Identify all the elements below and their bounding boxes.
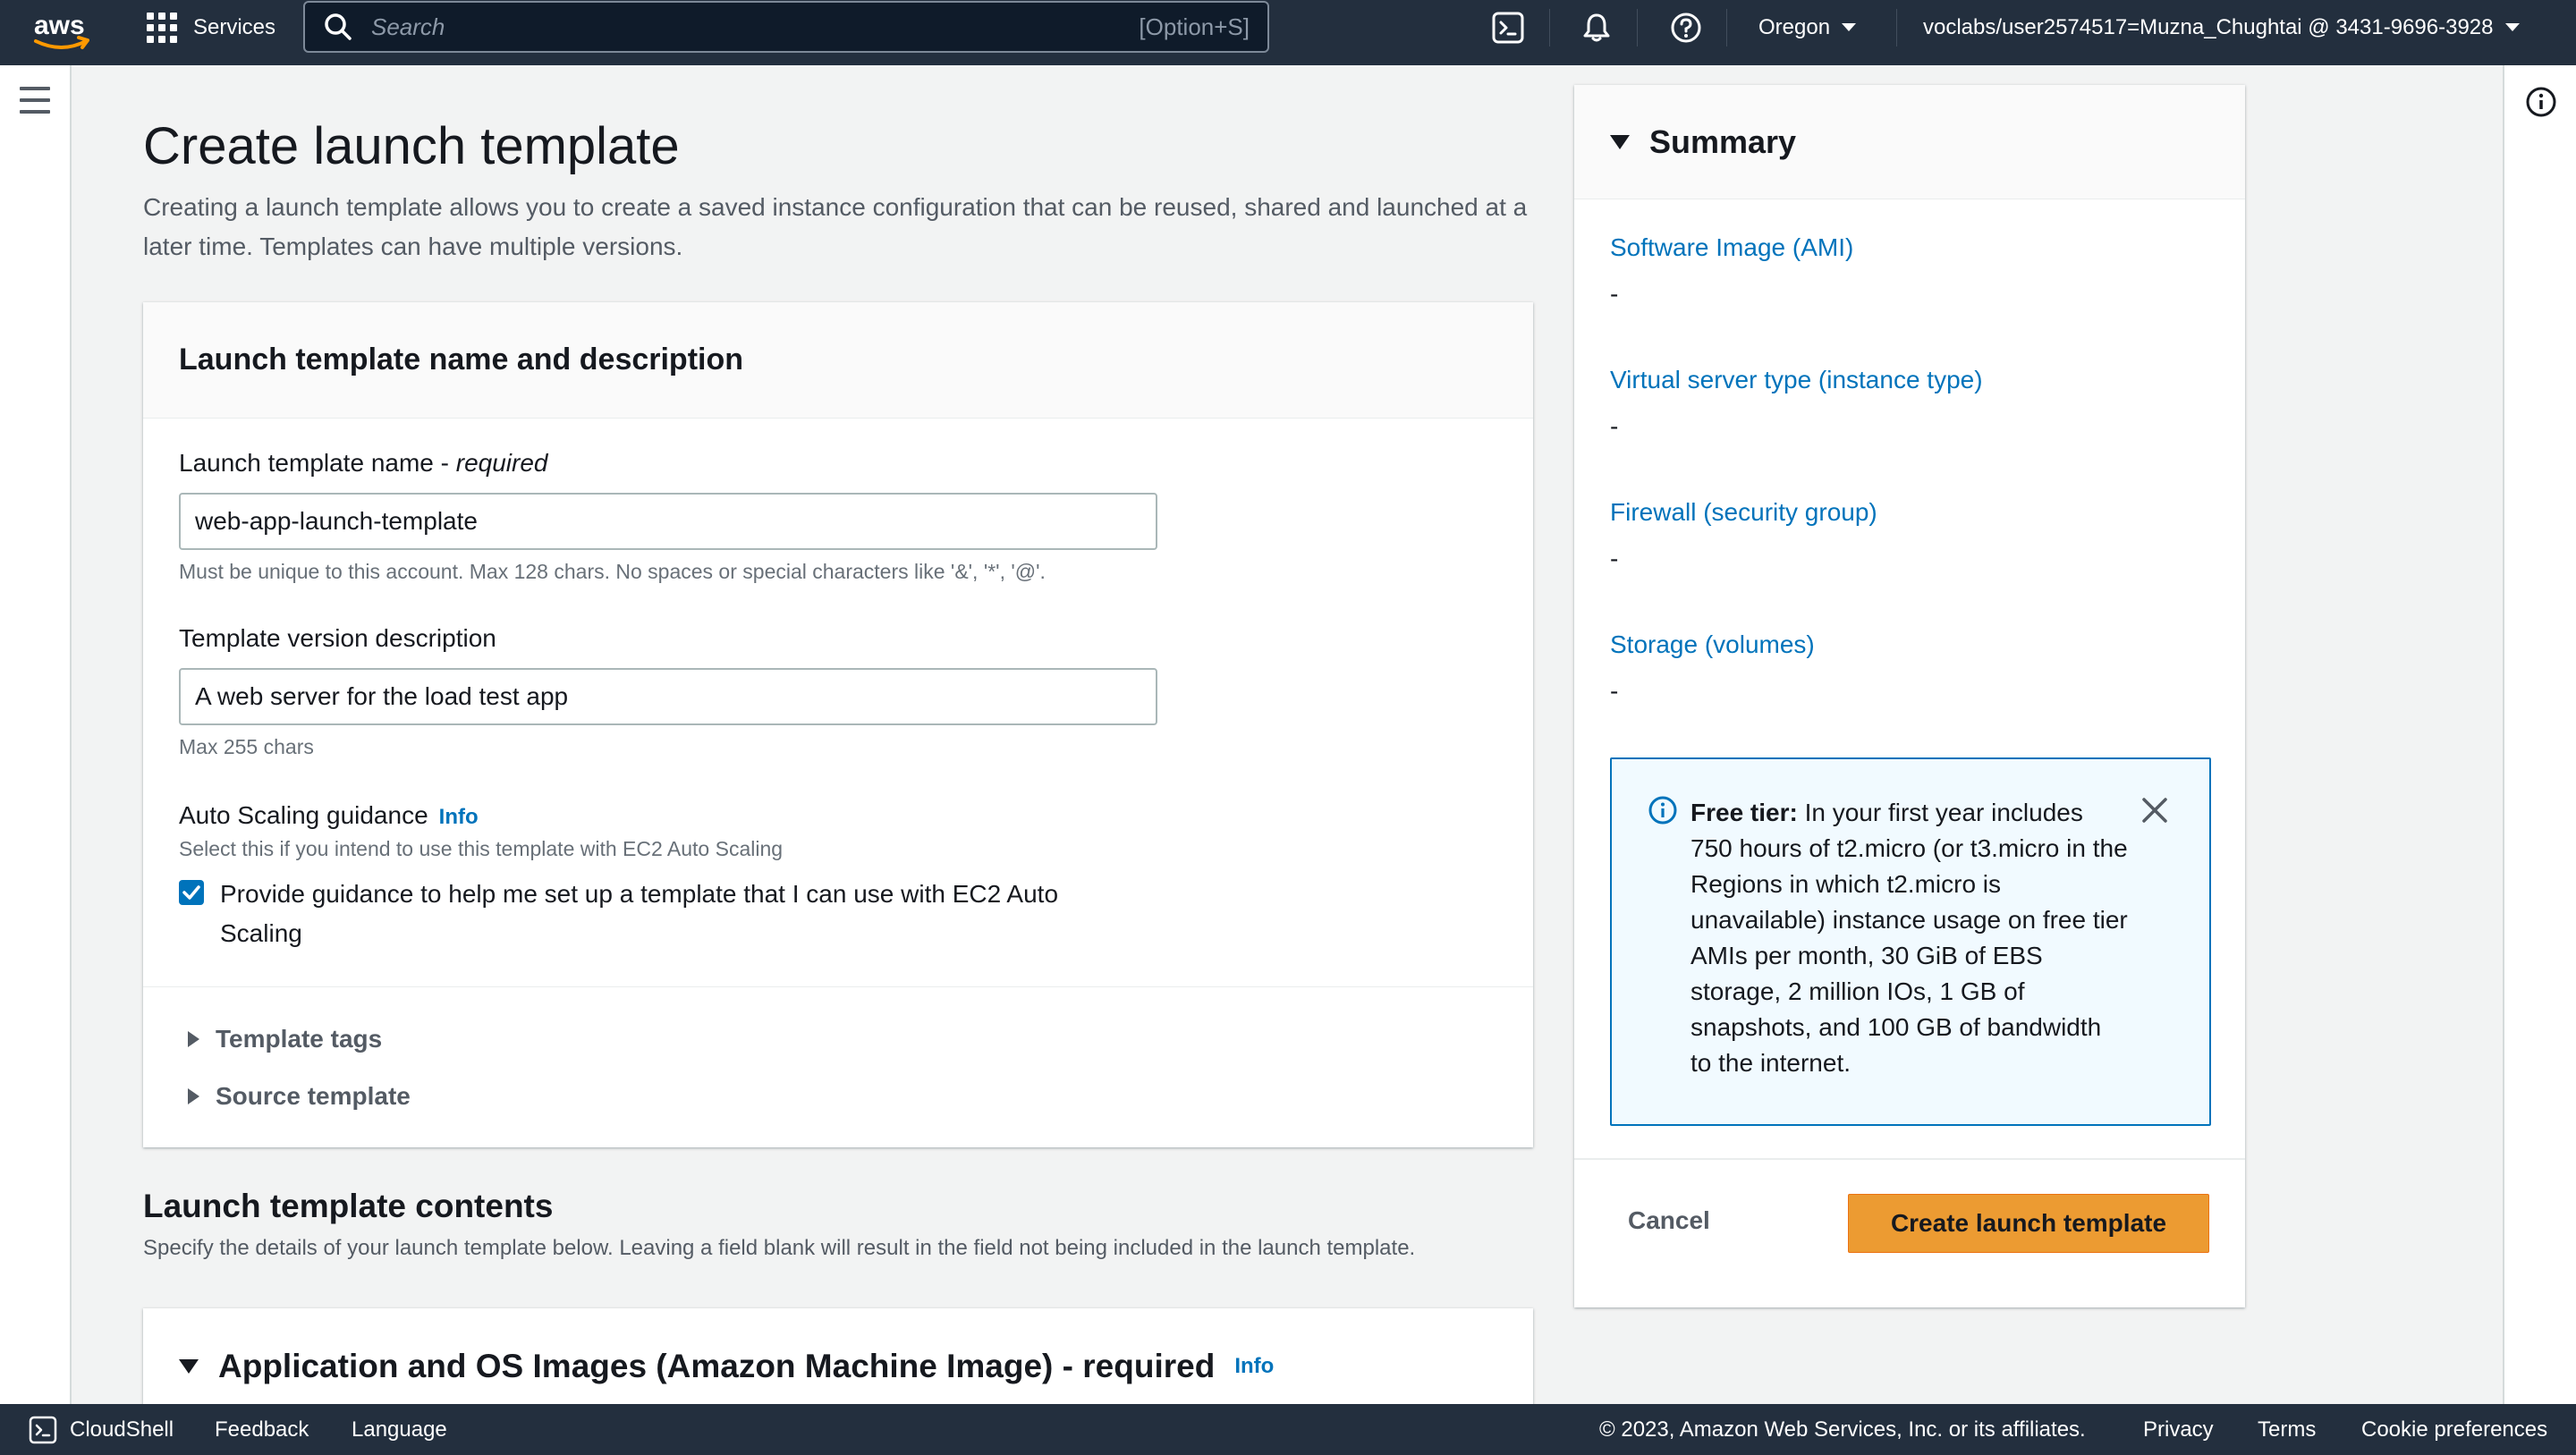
summary-panel: Summary Software Image (AMI) - Virtual s… — [1574, 85, 2245, 1307]
contents-title: Launch template contents — [143, 1188, 554, 1224]
summary-actions: Cancel Create launch template — [1574, 1158, 2245, 1307]
summary-ami-link[interactable]: Software Image (AMI) — [1610, 233, 1853, 262]
cloudshell-footer-button[interactable]: CloudShell — [29, 1404, 174, 1455]
aws-logo[interactable]: aws — [32, 7, 91, 54]
language-link[interactable]: Language — [352, 1404, 447, 1455]
name-description-container: Launch template name and description Lau… — [143, 302, 1533, 1147]
checkmark-icon — [182, 885, 200, 900]
caret-down-icon — [2504, 23, 2520, 31]
caret-down-icon — [1842, 23, 1857, 31]
source-template-label: Source template — [216, 1082, 411, 1110]
footer: CloudShell Feedback Language © 2023, Ama… — [0, 1404, 2576, 1455]
services-menu-button[interactable]: Services — [147, 0, 275, 55]
autoscaling-checkbox-label: Provide guidance to help me set up a tem… — [220, 880, 1059, 947]
page-title: Create launch template — [143, 117, 680, 175]
autoscaling-checkbox-row[interactable]: Provide guidance to help me set up a tem… — [179, 875, 1163, 953]
search-icon — [325, 13, 352, 40]
source-template-expander[interactable]: Source template — [188, 1082, 411, 1111]
help-icon[interactable] — [1669, 11, 1703, 45]
version-description-label: Template version description — [179, 624, 496, 652]
autoscaling-guidance-label: Auto Scaling guidance Info — [179, 801, 479, 829]
cancel-button[interactable]: Cancel — [1628, 1206, 1710, 1235]
page-description: Creating a launch template allows you to… — [143, 193, 1528, 260]
account-menu[interactable]: voclabs/user2574517=Muzna_Chughtai @ 343… — [1923, 0, 2521, 55]
version-description-hint: Max 255 chars — [179, 735, 314, 758]
region-label: Oregon — [1758, 15, 1831, 39]
summary-ami-value: - — [1610, 280, 1619, 308]
caret-down-icon — [179, 1359, 199, 1374]
search-input[interactable]: Search [Option+S] — [303, 1, 1269, 53]
info-icon — [1648, 796, 1677, 825]
free-tier-text: Free tier: In your first year includes 7… — [1690, 799, 2128, 1077]
caret-right-icon — [188, 1088, 199, 1104]
caret-down-icon — [1610, 134, 1630, 149]
feedback-link[interactable]: Feedback — [215, 1404, 309, 1455]
summary-storage-value: - — [1610, 677, 1619, 705]
ami-heading: Application and OS Images (Amazon Machin… — [218, 1348, 1216, 1384]
free-tier-alert: Free tier: In your first year includes 7… — [1610, 757, 2211, 1126]
summary-firewall-value: - — [1610, 545, 1619, 572]
right-rail — [2503, 65, 2576, 1404]
create-launch-template-button[interactable]: Create launch template — [1848, 1194, 2209, 1253]
ami-expander[interactable]: Application and OS Images (Amazon Machin… — [179, 1348, 1274, 1385]
region-selector[interactable]: Oregon — [1758, 0, 1857, 55]
menu-hamburger-icon[interactable] — [20, 87, 50, 114]
account-label: voclabs/user2574517=Muzna_Chughtai @ 343… — [1923, 15, 2494, 39]
version-description-value: A web server for the load test app — [195, 682, 569, 710]
version-description-input[interactable]: A web server for the load test app — [179, 668, 1157, 725]
template-tags-label: Template tags — [216, 1025, 383, 1053]
template-name-value: web-app-launch-template — [195, 507, 478, 535]
container-heading: Launch template name and description — [179, 343, 744, 376]
privacy-link[interactable]: Privacy — [2143, 1404, 2214, 1455]
divider — [143, 986, 1533, 987]
cookie-preferences-link[interactable]: Cookie preferences — [2361, 1404, 2547, 1455]
search-placeholder: Search — [371, 13, 445, 40]
cloudshell-icon[interactable] — [1491, 11, 1525, 45]
summary-header[interactable]: Summary — [1574, 85, 2245, 199]
summary-instance-type-link[interactable]: Virtual server type (instance type) — [1610, 366, 1983, 394]
terms-link[interactable]: Terms — [2258, 1404, 2316, 1455]
free-tier-bold: Free tier: — [1690, 799, 1798, 826]
autoscaling-info-link[interactable]: Info — [439, 805, 479, 829]
notifications-bell-icon[interactable] — [1580, 11, 1614, 45]
close-icon[interactable] — [2140, 795, 2170, 825]
aws-logo-text: aws — [34, 11, 85, 40]
required-marker: required — [455, 449, 548, 477]
template-tags-expander[interactable]: Template tags — [188, 1025, 382, 1053]
summary-firewall-link[interactable]: Firewall (security group) — [1610, 498, 1877, 527]
top-navigation: aws Services Search [Option+S] Oregon vo… — [0, 0, 2576, 65]
copyright-text: © 2023, Amazon Web Services, Inc. or its… — [1599, 1417, 2086, 1442]
left-rail — [0, 65, 72, 1404]
cloudshell-icon — [29, 1416, 57, 1443]
summary-heading: Summary — [1649, 123, 1797, 160]
contents-description: Specify the details of your launch templ… — [143, 1236, 1416, 1260]
summary-storage-link[interactable]: Storage (volumes) — [1610, 630, 1815, 659]
template-name-input[interactable]: web-app-launch-template — [179, 493, 1157, 550]
search-shortcut: [Option+S] — [1139, 13, 1250, 40]
info-panel-icon[interactable] — [2524, 85, 2558, 119]
services-grid-icon — [147, 13, 177, 43]
template-name-hint: Must be unique to this account. Max 128 … — [179, 560, 1046, 583]
template-name-label: Launch template name - required — [179, 449, 548, 477]
services-label: Services — [193, 15, 276, 39]
summary-instance-type-value: - — [1610, 412, 1619, 440]
cloudshell-label: CloudShell — [70, 1417, 174, 1442]
ami-info-link[interactable]: Info — [1234, 1354, 1274, 1379]
container-header: Launch template name and description — [143, 302, 1533, 419]
ami-container: Application and OS Images (Amazon Machin… — [143, 1308, 1533, 1416]
autoscaling-hint: Select this if you intend to use this te… — [179, 837, 784, 860]
caret-right-icon — [188, 1031, 199, 1047]
autoscaling-checkbox[interactable] — [179, 880, 204, 905]
